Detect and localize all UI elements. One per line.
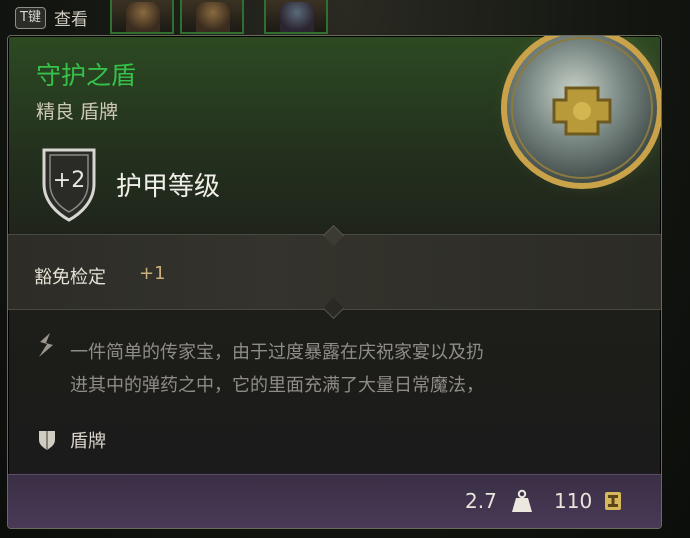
armor-class-label: 护甲等级 xyxy=(116,172,221,202)
inventory-slot[interactable] xyxy=(264,0,328,34)
item-rarity-type: 精良 盾牌 xyxy=(36,101,119,123)
shield-icon xyxy=(39,431,55,450)
round-shield-art xyxy=(486,36,661,206)
item-footer: 2.7 110 xyxy=(8,474,661,528)
item-tooltip: 守护之盾 精良 盾牌 +2 护甲等级 豁免检定 +1 一件简单的传家宝，由于过度… xyxy=(7,35,662,529)
inventory-slot[interactable] xyxy=(180,0,244,34)
saving-throw-bonus: +1 xyxy=(139,263,166,284)
game-screen: T键 查看 守护之盾 精良 盾牌 +2 护甲等级 豁免检定 +1 一件简单的传家… xyxy=(0,0,690,538)
property-band: 豁免检定 +1 xyxy=(8,224,661,320)
item-name: 守护之盾 xyxy=(36,61,137,90)
keybind-badge: T键 xyxy=(15,6,46,29)
character-portrait xyxy=(280,2,314,32)
flavor-text: 一件简单的传家宝，由于过度暴露在庆祝家宴以及扔 进其中的弹药之中，它的里面充满了… xyxy=(70,336,650,402)
divider-notch xyxy=(322,297,345,320)
inventory-slot[interactable] xyxy=(110,0,174,34)
flavor-line: 一件简单的传家宝，由于过度暴露在庆祝家宴以及扔 xyxy=(70,342,484,363)
examine-hint[interactable]: T键 查看 xyxy=(15,5,88,30)
armor-class-value: +2 xyxy=(52,168,86,193)
item-category: 盾牌 xyxy=(70,431,106,452)
weight-value: 2.7 xyxy=(465,489,497,513)
character-portrait xyxy=(126,2,160,32)
quill-icon xyxy=(39,333,53,357)
saving-throw-label: 豁免检定 xyxy=(34,267,106,288)
price-value: 110 xyxy=(554,489,593,513)
divider-notch xyxy=(322,224,345,247)
weight-icon xyxy=(512,489,532,512)
examine-label: 查看 xyxy=(53,10,88,30)
character-portrait xyxy=(196,2,230,32)
flavor-line: 进其中的弹药之中，它的里面充满了大量日常魔法， xyxy=(70,375,484,396)
inventory-strip: T键 查看 xyxy=(0,0,690,34)
armor-class-badge: +2 xyxy=(36,144,102,224)
coin-icon xyxy=(605,492,621,510)
